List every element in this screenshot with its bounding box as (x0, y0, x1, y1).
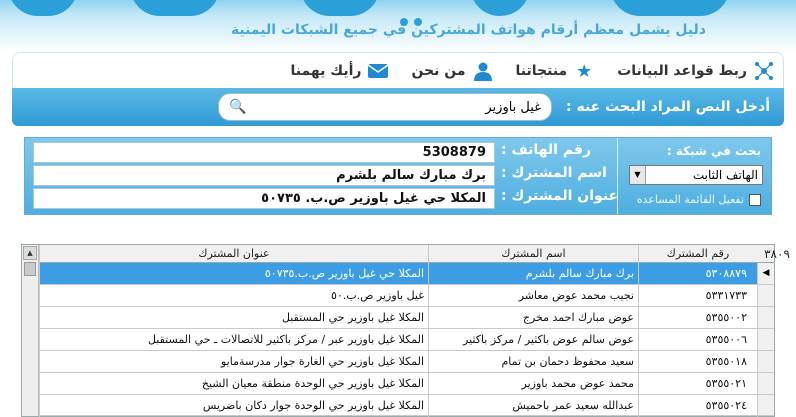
address-value: المكلا حي غيل باوزير ص.ب. ٥٠٧٣٥ (33, 188, 495, 209)
cell-name: سعيد محفوظ دحمان بن تمام (428, 351, 638, 373)
search-input[interactable] (246, 99, 541, 115)
assist-list-label: تفعيل القائمة المساعده (636, 193, 744, 206)
column-header-number[interactable]: رقم المشترك (638, 245, 757, 263)
name-label: اسم المشترك : (501, 165, 607, 181)
search-box: 🔍 (218, 93, 552, 121)
results-grid: عنوان المشترك اسم المشترك رقم المشترك ٣٨… (21, 244, 790, 417)
panel-divider (617, 138, 618, 214)
cell-name: برك مبارك سالم بلشرم (428, 263, 638, 285)
logo-shape (610, 0, 730, 16)
logo-shape (470, 0, 530, 16)
table-row[interactable]: المكلا حي غيل باوزير ص.ب.٥٠٧٣٥ برك مبارك… (39, 263, 774, 285)
row-selector[interactable] (757, 329, 774, 351)
phone-value: 5308879 (33, 142, 495, 163)
row-selector[interactable] (757, 395, 774, 416)
table-row[interactable]: المكلا غيل باوزير حي الغارة جوار مدرسةما… (39, 351, 774, 373)
scroll-up-button[interactable]: ▲ (23, 246, 37, 260)
nav-item-label: ربط قواعد البيانات (617, 63, 747, 79)
user-icon (472, 60, 494, 82)
name-value: برك مبارك سالم بلشرم (33, 165, 495, 186)
cell-address: المكلا غيل باوزير حي الغارة جوار مدرسةما… (39, 351, 428, 373)
logo-shape (130, 0, 220, 16)
nav-item-database-link[interactable]: ربط قواعد البيانات (617, 60, 775, 82)
column-header-address[interactable]: عنوان المشترك (39, 245, 428, 263)
tagline: دليل يشمل معظم أرقام هواتف المشتركين في … (230, 22, 706, 38)
cell-name: محمد عوض محمد باوزير (428, 373, 638, 395)
cell-address: غيل باوزير ص.ب.٥٠ (39, 285, 428, 307)
cell-number: ٥٣٣١٧٣٣ (638, 285, 757, 307)
cell-number: ٥٣٥٥٠٢٤ (638, 395, 757, 417)
table-row[interactable]: غيل باوزير ص.ب.٥٠ نجيب محمد عوض معاشر ٥٣… (39, 285, 774, 307)
address-label: عنوان المشترك : (501, 188, 619, 204)
assist-list-toggle[interactable]: تفعيل القائمة المساعده (637, 193, 761, 206)
cell-name: عوض مبارك احمد مخرج (428, 307, 638, 329)
cell-address: المكلا حي غيل باوزير ص.ب.٥٠٧٣٥ (39, 263, 428, 285)
table-row[interactable]: المكلا غيل باوزير عبر / مركز باكثير للات… (39, 329, 774, 351)
cell-number: ٥٣٠٨٨٧٩ (638, 263, 757, 285)
row-selector[interactable] (757, 373, 774, 395)
network-icon (753, 60, 775, 82)
cell-name: عبدالله سعيد عمر باحميش (428, 395, 638, 417)
star-icon: ★ (576, 60, 593, 82)
nav-item-feedback[interactable]: رأيك يهمنا (291, 60, 390, 82)
network-select-value: الهاتف الثابت (692, 168, 758, 182)
logo-shape (8, 0, 78, 16)
assist-list-checkbox[interactable] (749, 193, 761, 206)
nav-item-label: من نحن (411, 63, 466, 79)
cell-number: ٥٣٥٥٠٠٢ (638, 307, 757, 329)
cell-address: المكلا غيل باوزير حي الوحدة جوار دكان با… (39, 395, 428, 417)
scroll-thumb[interactable] (24, 262, 36, 276)
cell-number: ٥٣٥٥٠١٨ (638, 351, 757, 373)
cell-address: المكلا غيل باوزير حي المستقبل (39, 307, 428, 329)
cell-number: ٥٣٥٥٠٢١ (638, 373, 757, 395)
row-selector[interactable] (757, 307, 774, 329)
table-row[interactable]: المكلا غيل باوزير حي المستقبل عوض مبارك … (39, 307, 774, 329)
search-bar: أدخل النص المراد البحث عنه : 🔍 (12, 88, 784, 126)
main-nav: ربط قواعد البيانات ★ منتجاتنا من نحن رأي… (12, 52, 784, 90)
cell-address: المكلا غيل باوزير عبر / مركز باكثير للات… (39, 329, 428, 351)
vertical-scrollbar[interactable]: ▲ (22, 245, 39, 416)
result-count: ٣٨٠٩ (764, 247, 790, 261)
logo-shape (300, 0, 380, 16)
phone-label: رقم الهاتف : (501, 142, 592, 158)
cell-name: نجيب محمد عوض معاشر (428, 285, 638, 307)
grid-header: عنوان المشترك اسم المشترك رقم المشترك ٣٨… (22, 245, 790, 263)
nav-item-about[interactable]: من نحن (411, 60, 493, 82)
nav-item-label: منتجاتنا (515, 63, 568, 79)
search-icon[interactable]: 🔍 (229, 99, 246, 115)
cell-name: عوض سالم عوض باكثير / مركز باكثير (428, 329, 638, 351)
details-panel: 5308879 رقم الهاتف : برك مبارك سالم بلشر… (24, 137, 772, 215)
network-filter-title: بحث في شبكة : (666, 144, 761, 158)
cell-number: ٥٣٥٥٠٠٦ (638, 329, 757, 351)
mail-icon (367, 60, 389, 82)
cell-address: المكلا غيل باوزير حي الوحدة منطقة معيان … (39, 373, 428, 395)
table-row[interactable]: المكلا غيل باوزير حي الوحدة جوار دكان با… (39, 395, 774, 417)
table-row[interactable]: المكلا غيل باوزير حي الوحدة منطقة معيان … (39, 373, 774, 395)
nav-item-label: رأيك يهمنا (290, 63, 362, 79)
row-selector[interactable] (757, 285, 774, 307)
search-label: أدخل النص المراد البحث عنه : (566, 99, 770, 115)
header-banner: دليل يشمل معظم أرقام هواتف المشتركين في … (0, 0, 796, 52)
row-selector[interactable] (757, 351, 774, 373)
chevron-down-icon[interactable]: ▼ (630, 166, 646, 184)
column-header-name[interactable]: اسم المشترك (428, 245, 638, 263)
network-select[interactable]: الهاتف الثابت ▼ (629, 165, 763, 185)
row-pointer[interactable]: ◀ (757, 263, 774, 285)
nav-item-products[interactable]: ★ منتجاتنا (516, 60, 596, 82)
